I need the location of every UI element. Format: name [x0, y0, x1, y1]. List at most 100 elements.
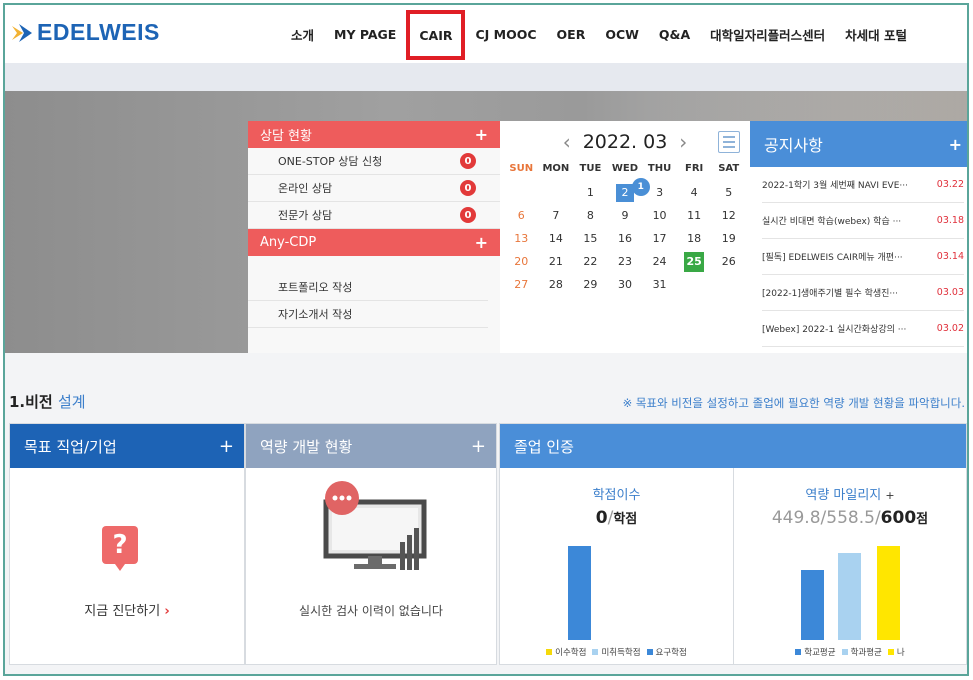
credits-legend: 이수학점 미취득학점 요구학점	[500, 646, 733, 658]
goal-card: 목표 직업/기업 + ? 지금 진단하기 ›	[9, 423, 245, 665]
calendar-day[interactable]: 16	[608, 227, 643, 250]
calendar-day[interactable]: 21	[539, 250, 574, 273]
goal-header[interactable]: 목표 직업/기업 +	[10, 424, 244, 468]
nav-item[interactable]: CJ MOOC	[465, 5, 546, 63]
calendar-day[interactable]: 10	[642, 204, 677, 227]
diagnose-link[interactable]: 지금 진단하기 ›	[10, 600, 244, 619]
legend-swatch	[841, 649, 848, 655]
bar-요구학점	[568, 546, 591, 640]
calendar-day[interactable]: 15	[573, 227, 608, 250]
calendar-day[interactable]: 5	[711, 181, 746, 204]
day-number: 29	[583, 278, 598, 291]
nav-item[interactable]: 차세대 포털	[835, 5, 917, 63]
notice-item-title: [Webex] 2022-1 실시간화상강의 ···	[762, 325, 907, 335]
notice-header[interactable]: 공지사항 +	[750, 121, 967, 167]
consult-row[interactable]: 전문가 상담 0	[248, 202, 500, 229]
calendar-day[interactable]: 20	[504, 250, 539, 273]
day-number: 10	[652, 209, 667, 222]
calendar-day[interactable]: 29	[573, 273, 608, 296]
nav-item[interactable]: 소개	[281, 5, 324, 63]
weekday-label: SUN	[509, 163, 534, 174]
calendar-day[interactable]: 22	[573, 250, 608, 273]
cdp-more-icon[interactable]: +	[475, 233, 488, 252]
calendar-day[interactable]: 31	[642, 273, 677, 296]
list-view-icon[interactable]	[718, 131, 740, 153]
calendar-day[interactable]: 9	[608, 204, 643, 227]
calendar-day[interactable]: 30	[608, 273, 643, 296]
day-number: 16	[617, 232, 632, 245]
bar-학과평균	[838, 553, 861, 640]
calendar-day[interactable]: 26	[711, 250, 746, 273]
notice-more-icon[interactable]: +	[949, 135, 962, 154]
nav-item[interactable]: MY PAGE	[324, 5, 406, 63]
nav-item[interactable]: OCW	[595, 5, 649, 63]
day-number: 11	[687, 209, 702, 222]
calendar-day[interactable]: 14	[539, 227, 574, 250]
consult-row[interactable]: 온라인 상담 0	[248, 175, 500, 202]
consult-more-icon[interactable]: +	[475, 125, 488, 144]
calendar-day[interactable]: 1	[573, 181, 608, 204]
day-number: 7	[552, 209, 560, 222]
calendar: ‹ 2022. 03 › SUN MON TUE WED THU FRI SAT 1 2 1 3 4 5…	[500, 121, 750, 353]
notice-title: 공지사항	[764, 136, 823, 155]
calendar-day[interactable]: 19	[711, 227, 746, 250]
day-number: 1	[586, 186, 594, 199]
calendar-day[interactable]: 28	[539, 273, 574, 296]
calendar-day[interactable]: 23	[608, 250, 643, 273]
notice-item[interactable]: [2022-1]생애주기별 필수 학생진··· 03.03	[762, 275, 964, 311]
day-number: 18	[687, 232, 702, 245]
consult-row[interactable]: ONE-STOP 상담 신청 0	[248, 148, 500, 175]
calendar-day[interactable]: 24	[642, 250, 677, 273]
nav-item[interactable]: 대학일자리플러스센터	[700, 5, 835, 63]
mileage-legend: 학교평균 학과평균 나	[734, 646, 966, 658]
calendar-day[interactable]: 3	[642, 181, 677, 204]
day-number: 30	[617, 278, 632, 291]
mileage-plus-icon[interactable]: +	[885, 489, 894, 502]
legend-swatch	[887, 649, 894, 655]
notice-item[interactable]: 2022-1학기 3월 세번째 NAVI EVE··· 03.22	[762, 167, 964, 203]
nav-item[interactable]: CAIR	[406, 10, 466, 60]
legend-label: 이수학점	[555, 648, 587, 658]
day-number: 22	[583, 255, 598, 268]
consult-header[interactable]: 상담 현황 +	[248, 121, 500, 148]
calendar-day[interactable]: 4	[677, 181, 712, 204]
cdp-row[interactable]: 자기소개서 작성	[248, 301, 488, 328]
day-number: 8	[586, 209, 594, 222]
prev-month-icon[interactable]: ‹	[551, 130, 583, 154]
monitor-icon	[323, 481, 427, 570]
cdp-header[interactable]: Any-CDP +	[248, 229, 500, 256]
calendar-day[interactable]: 21	[608, 178, 650, 204]
weekday-label: TUE	[579, 163, 602, 174]
calendar-day[interactable]: 25	[677, 250, 712, 273]
logo[interactable]: EDELWEIS	[11, 19, 160, 46]
calendar-day[interactable]: 12	[711, 204, 746, 227]
hero-banner: 상담 현황 + ONE-STOP 상담 신청 0 온라인 상담 0 전문가 상담 0 An…	[5, 91, 967, 353]
next-month-icon[interactable]: ›	[667, 130, 699, 154]
cdp-row[interactable]: 포트폴리오 작성	[248, 274, 488, 301]
mileage-value: 449.8/558.5/600점	[771, 508, 929, 528]
calendar-day[interactable]: 17	[642, 227, 677, 250]
count-badge: 0	[460, 153, 476, 169]
graduation-header[interactable]: 졸업 인증	[500, 424, 966, 468]
calendar-day[interactable]: 18	[677, 227, 712, 250]
calendar-empty	[504, 181, 539, 204]
calendar-day[interactable]: 27	[504, 273, 539, 296]
calendar-day[interactable]: 7	[539, 204, 574, 227]
mileage-title[interactable]: 역량 마일리지 +	[734, 484, 966, 503]
credits-title: 학점이수	[592, 488, 641, 503]
calendar-day[interactable]: 8	[573, 204, 608, 227]
notice-item[interactable]: [필독] EDELWEIS CAIR메뉴 개편··· 03.14	[762, 239, 964, 275]
nav-item[interactable]: OER	[547, 5, 596, 63]
calendar-day[interactable]: 6	[504, 204, 539, 227]
competency-more-icon[interactable]: +	[471, 436, 486, 457]
notice-item[interactable]: 실시간 비대면 학습(webex) 학습 ··· 03.18	[762, 203, 964, 239]
calendar-grid: SUN MON TUE WED THU FRI SAT 1 2 1 3 4 5 6 7 8 9 10 11 12 13 1…	[500, 163, 750, 296]
notice-item[interactable]: [Webex] 2022-1 실시간화상강의 ··· 03.02	[762, 311, 964, 347]
calendar-day[interactable]: 11	[677, 204, 712, 227]
legend-item: 학교평균	[795, 646, 836, 658]
calendar-day[interactable]: 13	[504, 227, 539, 250]
nav-item[interactable]: Q&A	[649, 5, 700, 63]
competency-header[interactable]: 역량 개발 현황 +	[246, 424, 496, 468]
header: EDELWEIS 소개 MY PAGE CAIR CJ MOOC OER OCW Q&A 대학…	[5, 5, 967, 63]
goal-more-icon[interactable]: +	[219, 436, 234, 457]
